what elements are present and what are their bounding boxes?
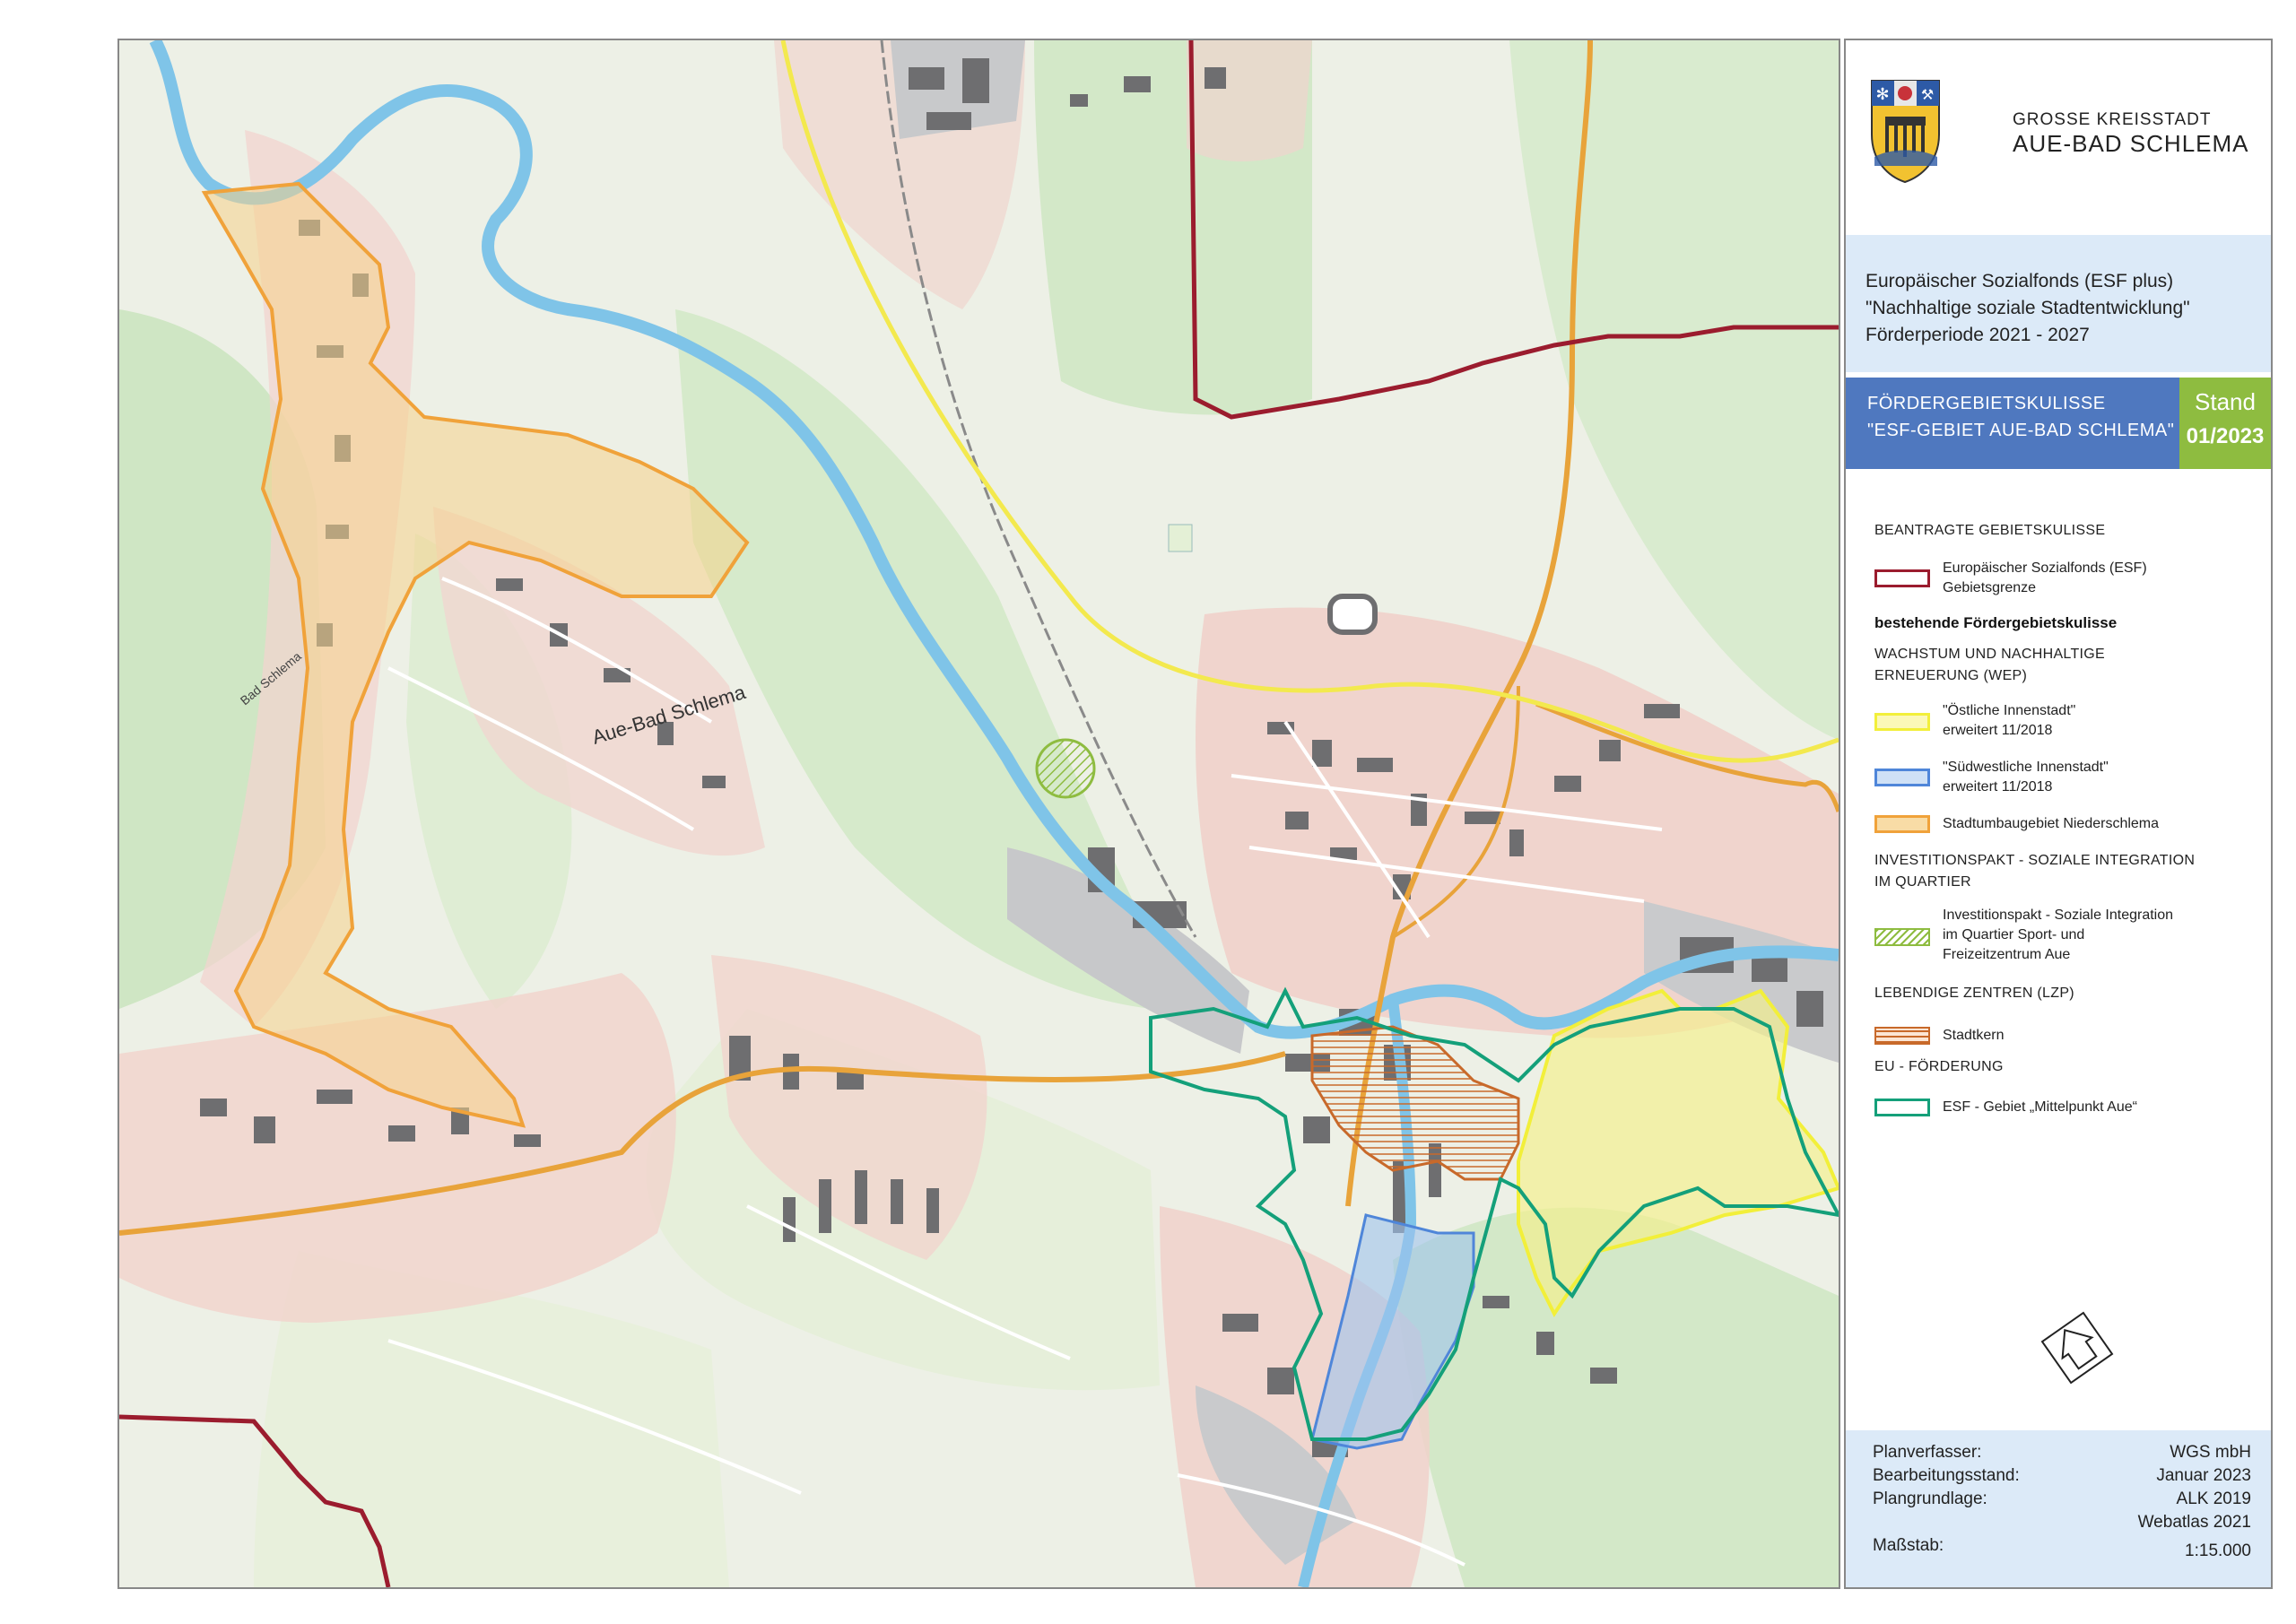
legend-text-east-2: erweitert 11/2018 <box>1943 723 2053 738</box>
area-sport-freizeitzentrum[interactable] <box>1035 738 1096 799</box>
city-type-label: GROSSE KREISSTADT <box>2013 110 2212 129</box>
legend-heading-wep-2: ERNEUERUNG (WEP) <box>1874 668 2028 683</box>
legend-text-niederschlema: Stadtumbaugebiet Niederschlema <box>1943 816 2160 831</box>
legend-heading-invest-2: IM QUARTIER <box>1874 874 1971 890</box>
legend-heading-lzp: LEBENDIGE ZENTREN (LZP) <box>1874 986 2074 1001</box>
settlement-area <box>1187 40 1312 161</box>
stand-value: 01/2023 <box>2186 424 2265 448</box>
map-area[interactable]: Aue-Bad Schlema Bad Schlema <box>117 39 1840 1589</box>
title-line-2: "ESF-GEBIET AUE-BAD SCHLEMA" <box>1867 421 2175 440</box>
plangrundlage-value-1: ALK 2019 <box>2176 1489 2251 1508</box>
legend-symbol-east-inner-city <box>1874 713 1930 731</box>
legend-symbol-invest-pakt <box>1874 928 1930 946</box>
north-arrow-icon <box>2032 1303 2122 1393</box>
sports-field <box>1168 524 1193 552</box>
legend-text-east-1: "Östliche Innenstadt" <box>1943 703 2076 718</box>
title-line-1: FÖRDERGEBIETSKULISSE <box>1867 394 2106 413</box>
legend-heading-invest-1: INVESTITIONSPAKT - SOZIALE INTEGRATION <box>1874 853 2196 868</box>
legend-text-stadtkern: Stadtkern <box>1943 1028 2005 1043</box>
legend-heading-applied: BEANTRAGTE GEBIETSKULISSE <box>1874 523 2106 538</box>
legend-symbol-esf-boundary <box>1874 569 1930 587</box>
stand-label: Stand <box>2195 388 2256 415</box>
legend-symbol-southwest-inner-city <box>1874 769 1930 786</box>
program-line-3: Förderperiode 2021 - 2027 <box>1866 325 2090 345</box>
legend-symbol-esf-mittelpunkt <box>1874 1099 1930 1116</box>
legend-text-esf-mittelpunkt: ESF - Gebiet „Mittelpunkt Aue“ <box>1943 1099 2137 1115</box>
legend-text-southwest-2: erweitert 11/2018 <box>1943 779 2053 795</box>
plangrundlage-label: Plangrundlage: <box>1873 1489 1987 1508</box>
program-band: Europäischer Sozialfonds (ESF plus) "Nac… <box>1846 235 2271 372</box>
massstab-label: Maßstab: <box>1873 1536 1944 1555</box>
massstab-value: 1:15.000 <box>2185 1541 2251 1560</box>
legend-text-invest-3: Freizeitzentrum Aue <box>1943 947 2071 962</box>
planverfasser-label: Planverfasser: <box>1873 1443 1982 1462</box>
legend-heading-eu: EU - FÖRDERUNG <box>1874 1059 2004 1074</box>
bearbeitung-label: Bearbeitungsstand: <box>1873 1466 2020 1485</box>
svg-text:✻: ✻ <box>1875 85 1889 104</box>
bearbeitung-value: Januar 2023 <box>2156 1466 2251 1485</box>
stand-badge: Stand 01/2023 <box>2179 378 2271 469</box>
planverfasser-value: WGS mbH <box>2170 1443 2251 1462</box>
legend-heading-existing: bestehende Fördergebietskulisse <box>1874 614 2118 631</box>
legend-symbol-stadtkern <box>1874 1027 1930 1045</box>
city-coat-of-arms-icon: ✻ ⚒ <box>1867 76 1944 184</box>
legend-text-esf-boundary-1: Europäischer Sozialfonds (ESF) <box>1943 560 2147 576</box>
program-line-2: "Nachhaltige soziale Stadtentwicklung" <box>1866 298 2190 318</box>
legend-symbol-niederschlema <box>1874 815 1930 833</box>
legend-panel: ✻ ⚒ GROSSE KREISSTADT AUE-BAD SCHLEMA Eu… <box>1844 39 2273 1589</box>
stadium <box>1327 594 1378 635</box>
program-line-1: Europäischer Sozialfonds (ESF plus) <box>1866 271 2174 291</box>
map-canvas[interactable]: Aue-Bad Schlema Bad Schlema <box>119 40 1839 1587</box>
legend-text-southwest-1: "Südwestliche Innenstadt" <box>1943 760 2109 775</box>
legend-text-invest-2: im Quartier Sport- und <box>1943 927 2085 942</box>
legend-text-invest-1: Investitionspakt - Soziale Integration <box>1943 908 2174 923</box>
plangrundlage-value-2: Webatlas 2021 <box>2137 1513 2251 1532</box>
legend-heading-wep-1: WACHSTUM UND NACHHALTIGE <box>1874 647 2105 662</box>
info-footer: Planverfasser: WGS mbH Bearbeitungsstand… <box>1846 1430 2271 1587</box>
legend-text-esf-boundary-2: Gebietsgrenze <box>1943 580 2037 595</box>
title-band: FÖRDERGEBIETSKULISSE "ESF-GEBIET AUE-BAD… <box>1846 378 2179 469</box>
svg-text:⚒: ⚒ <box>1921 86 1934 103</box>
city-name: AUE-BAD SCHLEMA <box>2013 130 2249 157</box>
